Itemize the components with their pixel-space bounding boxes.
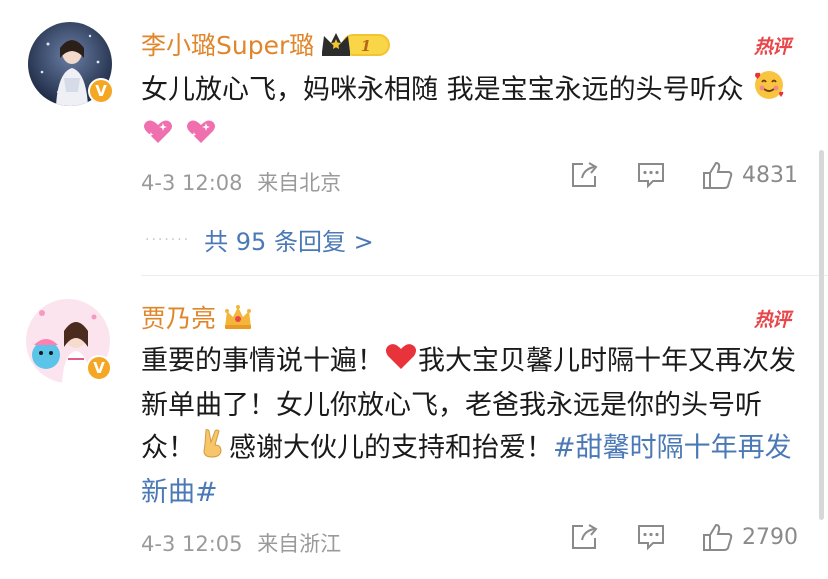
comment-item: V 贾乃亮 热评 重要的事情说十遍！ 我大宝贝馨儿时隔十年又再次发新单曲了！女儿你… bbox=[0, 277, 828, 579]
comment-body: 重要的事情说十遍！ bbox=[141, 345, 384, 377]
crown-icon[interactable]: 1 bbox=[320, 30, 392, 58]
hot-comment-label: 热评 bbox=[753, 36, 791, 58]
verified-badge-icon: V bbox=[86, 355, 112, 381]
share-icon bbox=[572, 524, 598, 549]
comment-body: 女儿放心飞，妈咪永相随 我是宝宝永远的头号听众 bbox=[141, 74, 744, 106]
view-replies-link[interactable]: ······· 共 95 条回复 > bbox=[141, 222, 374, 257]
username-text[interactable]: 贾乃亮 bbox=[141, 299, 216, 335]
comment-text: 重要的事情说十遍！ 我大宝贝馨儿时隔十年又再次发新单曲了！女儿你放心飞，老爸我永远… bbox=[141, 339, 801, 513]
timestamp: 4-3 12:05 bbox=[141, 532, 243, 556]
comment-meta: 4-3 12:05 来自浙江 bbox=[141, 528, 341, 558]
comment-item: V 李小璐Super璐 1 热评 女儿放心飞，妈咪永相随 我是宝宝永远的头号听众 bbox=[0, 0, 828, 276]
username-text[interactable]: 李小璐Super璐 bbox=[141, 26, 314, 62]
divider-dots: ······· bbox=[145, 231, 191, 248]
sparkling-heart-emoji-icon bbox=[184, 114, 218, 160]
comment-body: 感谢大伙儿的支持和抬爱！ bbox=[229, 432, 553, 464]
comment-actions: 2790 bbox=[570, 522, 798, 552]
scrollbar[interactable] bbox=[819, 150, 824, 520]
comment-meta: 4-3 12:08 来自北京 bbox=[141, 167, 341, 197]
badge-level: 1 bbox=[361, 37, 371, 55]
verified-badge-icon: V bbox=[88, 78, 114, 104]
comment-icon bbox=[638, 525, 664, 551]
like-button[interactable]: 4831 bbox=[702, 160, 798, 190]
red-heart-emoji-icon bbox=[384, 339, 418, 385]
divider bbox=[141, 275, 828, 276]
share-button[interactable] bbox=[570, 523, 600, 551]
smiling-hearts-emoji-icon bbox=[752, 68, 786, 114]
comment-text: 女儿放心飞，妈咪永相随 我是宝宝永远的头号听众 bbox=[141, 68, 801, 160]
victory-hand-emoji-icon bbox=[195, 426, 229, 472]
crown-icon[interactable] bbox=[222, 303, 254, 331]
username[interactable]: 李小璐Super璐 1 bbox=[141, 26, 392, 62]
share-button[interactable] bbox=[570, 161, 600, 189]
timestamp: 4-3 12:08 bbox=[141, 171, 243, 195]
share-icon bbox=[572, 162, 598, 187]
like-button[interactable]: 2790 bbox=[702, 522, 798, 552]
username[interactable]: 贾乃亮 bbox=[141, 299, 254, 335]
like-icon bbox=[703, 161, 733, 189]
hot-comment-label: 热评 bbox=[753, 309, 791, 331]
like-icon bbox=[703, 523, 733, 551]
replies-label[interactable]: 共 95 条回复 > bbox=[204, 222, 374, 257]
comment-button[interactable] bbox=[636, 523, 666, 551]
like-count: 2790 bbox=[742, 524, 798, 550]
comment-icon bbox=[638, 163, 664, 189]
comment-button[interactable] bbox=[636, 161, 666, 189]
sparkling-heart-emoji-icon bbox=[141, 114, 175, 160]
avatar[interactable]: V bbox=[26, 299, 112, 383]
like-count: 4831 bbox=[742, 162, 798, 188]
comment-actions: 4831 bbox=[570, 160, 798, 190]
avatar[interactable]: V bbox=[28, 22, 114, 106]
location: 来自浙江 bbox=[257, 532, 342, 556]
location: 来自北京 bbox=[257, 171, 342, 195]
